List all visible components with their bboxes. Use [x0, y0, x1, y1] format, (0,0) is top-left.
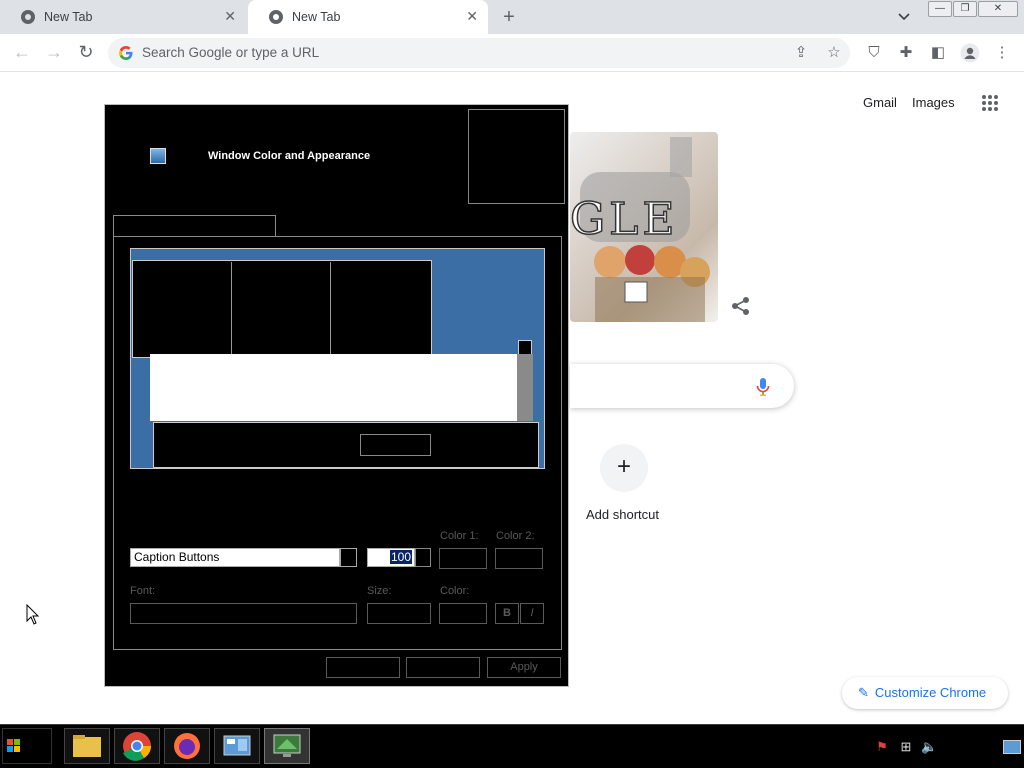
- item-select[interactable]: Caption Buttons: [130, 548, 340, 567]
- color2-picker[interactable]: [495, 548, 543, 569]
- font-color-picker[interactable]: [439, 603, 487, 624]
- tab-new-tab-1[interactable]: New Tab ✕: [0, 0, 246, 34]
- customize-chrome-button[interactable]: ✎ Customize Chrome: [842, 677, 1008, 709]
- images-link[interactable]: Images: [912, 95, 955, 110]
- tab-title: New Tab: [292, 10, 341, 24]
- font-label: Font:: [130, 585, 156, 597]
- new-tab-button[interactable]: +: [498, 6, 520, 28]
- dialog-monitor-icon: [150, 148, 166, 164]
- show-desktop-icon[interactable]: [1003, 740, 1021, 754]
- preview-window-text-area[interactable]: [150, 354, 517, 421]
- share-icon[interactable]: ⇪: [792, 44, 810, 62]
- windows-logo-icon: [7, 739, 20, 752]
- folder-icon: [73, 735, 101, 757]
- font-size-label: Size:: [367, 585, 392, 597]
- cancel-button[interactable]: [406, 657, 480, 678]
- close-tab-icon[interactable]: ✕: [466, 8, 478, 25]
- tab-title: New Tab: [44, 10, 93, 24]
- firefox-icon: [174, 733, 200, 759]
- network-icon[interactable]: ⊞: [898, 739, 914, 755]
- google-g-icon: [119, 46, 133, 60]
- item-size-input[interactable]: 100: [367, 548, 415, 567]
- voice-search-mic-icon[interactable]: [756, 377, 770, 397]
- taskbar-display-settings[interactable]: [264, 728, 310, 764]
- preview-ok-button[interactable]: [360, 434, 431, 456]
- restore-button[interactable]: ❐: [953, 1, 977, 17]
- start-button[interactable]: [2, 728, 52, 764]
- add-shortcut-label[interactable]: Add shortcut: [586, 507, 659, 522]
- customize-chrome-label: Customize Chrome: [874, 685, 987, 700]
- apply-button[interactable]: Apply: [487, 657, 561, 678]
- close-tab-icon[interactable]: ✕: [224, 8, 236, 25]
- size-spinner[interactable]: [415, 548, 431, 567]
- display-settings-icon: [273, 734, 301, 757]
- preview-inactive-window[interactable]: [132, 260, 432, 358]
- taskbar-chrome[interactable]: [114, 728, 160, 764]
- bookmark-star-icon[interactable]: ☆: [825, 44, 843, 62]
- chrome-favicon-icon: [269, 10, 283, 24]
- back-icon[interactable]: ←: [12, 42, 32, 62]
- preview-message-box[interactable]: [153, 422, 539, 468]
- profile-avatar-icon[interactable]: [960, 43, 980, 63]
- taskbar-firefox[interactable]: [164, 728, 210, 764]
- chrome-menu-icon[interactable]: ⋮: [993, 44, 1011, 62]
- doodle-text: GLE: [570, 193, 679, 246]
- action-center-flag-icon[interactable]: ⚑: [874, 739, 890, 755]
- preview-divider: [330, 262, 331, 356]
- item-dropdown-arrow-icon[interactable]: [340, 548, 357, 567]
- italic-button[interactable]: I: [520, 603, 544, 624]
- item-size-value: 100: [389, 550, 412, 564]
- gmail-link[interactable]: Gmail: [863, 95, 897, 110]
- tab-search-chevron-icon[interactable]: [896, 10, 912, 24]
- google-doodle[interactable]: GLE: [570, 132, 718, 322]
- mouse-cursor-icon: [26, 604, 40, 625]
- font-size-select[interactable]: [367, 603, 431, 624]
- bold-button[interactable]: B: [495, 603, 519, 624]
- preview-scrollbar[interactable]: [517, 354, 533, 421]
- taskbar-file-explorer[interactable]: [64, 728, 110, 764]
- omnibox-placeholder: Search Google or type a URL: [142, 45, 320, 60]
- minimize-button[interactable]: —: [928, 1, 952, 17]
- taskbar-control-panel[interactable]: [214, 728, 260, 764]
- forward-icon[interactable]: →: [44, 42, 64, 62]
- extensions-puzzle-icon[interactable]: ✚: [897, 44, 915, 62]
- side-panel-icon[interactable]: ◧: [929, 44, 947, 62]
- reload-icon[interactable]: ↻: [76, 42, 96, 62]
- appearance-tab[interactable]: [113, 215, 276, 236]
- preview-caption-button[interactable]: [518, 340, 532, 355]
- tab-new-tab-2[interactable]: New Tab ✕: [248, 0, 488, 34]
- font-color-label: Color:: [440, 585, 470, 597]
- ok-button[interactable]: [326, 657, 400, 678]
- font-select[interactable]: [130, 603, 357, 624]
- google-apps-icon[interactable]: [981, 94, 999, 112]
- close-window-button[interactable]: ✕: [978, 1, 1018, 17]
- volume-icon[interactable]: 🔈: [921, 739, 937, 755]
- dialog-title: Window Color and Appearance: [208, 150, 371, 162]
- preview-divider: [231, 262, 232, 356]
- chrome-favicon-icon: [21, 10, 35, 24]
- extension-shield-icon[interactable]: ⛉: [865, 44, 883, 62]
- color1-picker[interactable]: [439, 548, 487, 569]
- chrome-icon: [123, 732, 151, 761]
- control-panel-icon: [223, 735, 251, 756]
- add-shortcut-button[interactable]: +: [600, 444, 648, 492]
- color2-label: Color 2:: [496, 530, 535, 542]
- doodle-share-icon[interactable]: [731, 296, 751, 316]
- color1-label: Color 1:: [440, 530, 479, 542]
- pencil-icon: ✎: [858, 685, 869, 700]
- dialog-help-area: [468, 109, 565, 204]
